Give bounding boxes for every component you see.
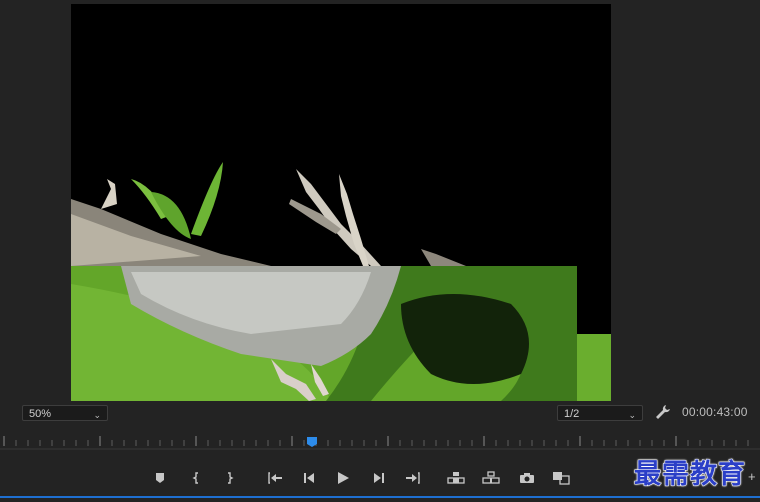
compare-icon bbox=[553, 472, 570, 485]
step-forward-icon bbox=[374, 473, 384, 483]
go-to-out-button[interactable] bbox=[403, 468, 423, 488]
panel-focus-line bbox=[0, 496, 760, 498]
go-to-out-icon bbox=[406, 472, 420, 484]
playhead-timecode[interactable]: 00:00:43:00 bbox=[682, 405, 748, 419]
settings-wrench-icon[interactable] bbox=[655, 404, 671, 420]
time-ruler[interactable] bbox=[0, 430, 760, 450]
button-editor-plus-icon[interactable]: + bbox=[748, 469, 756, 484]
export-frame-button[interactable] bbox=[517, 468, 537, 488]
playhead-marker[interactable] bbox=[306, 434, 317, 447]
lift-icon bbox=[447, 472, 465, 484]
go-to-in-button[interactable] bbox=[265, 468, 285, 488]
mark-out-button[interactable] bbox=[219, 468, 239, 488]
camera-icon bbox=[520, 473, 534, 483]
zoom-level-value: 50% bbox=[29, 408, 52, 420]
compare-view-button[interactable] bbox=[551, 468, 571, 488]
zoom-level-select[interactable]: 50% ⌄ bbox=[22, 405, 108, 421]
extract-button[interactable] bbox=[481, 468, 501, 488]
time-ruler-ticks bbox=[0, 436, 760, 450]
program-monitor-video bbox=[71, 4, 611, 401]
resolution-value: 1/2 bbox=[564, 408, 580, 420]
mark-in-icon bbox=[192, 472, 198, 484]
lift-button[interactable] bbox=[446, 468, 466, 488]
step-back-button[interactable] bbox=[299, 468, 319, 488]
go-to-in-icon bbox=[268, 472, 282, 484]
playback-resolution-select[interactable]: 1/2 ⌄ bbox=[557, 405, 643, 421]
play-icon bbox=[338, 472, 349, 484]
mark-in-button[interactable] bbox=[187, 468, 207, 488]
play-button[interactable] bbox=[333, 468, 353, 488]
mark-out-icon bbox=[228, 472, 234, 484]
chevron-down-icon: ⌄ bbox=[628, 410, 636, 420]
marker-icon bbox=[156, 473, 164, 483]
chevron-down-icon: ⌄ bbox=[93, 410, 101, 420]
step-back-icon bbox=[304, 473, 314, 483]
watermark-logo: 最需教育 bbox=[634, 459, 746, 491]
add-marker-button[interactable] bbox=[150, 468, 170, 488]
step-forward-button[interactable] bbox=[369, 468, 389, 488]
video-frame-image bbox=[71, 4, 611, 401]
extract-icon bbox=[482, 471, 500, 484]
